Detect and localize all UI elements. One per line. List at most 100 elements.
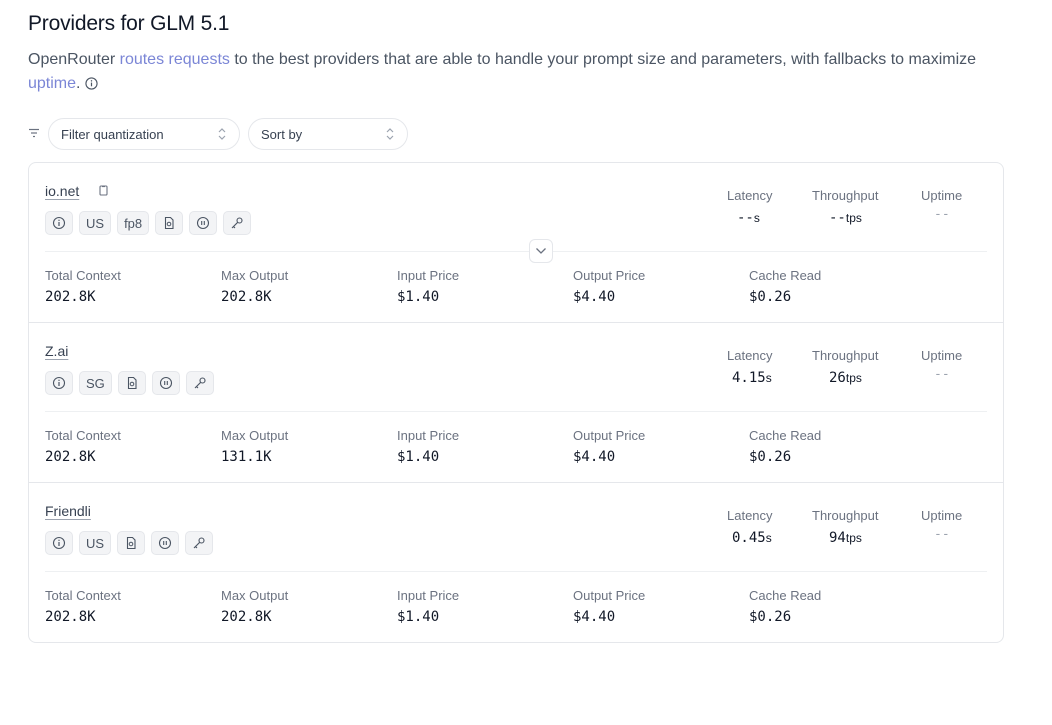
quantization-filter-select[interactable]: Filter quantization — [48, 118, 240, 150]
max-output-value: 131.1K — [221, 449, 272, 465]
output-price-label: Output Price — [573, 268, 646, 283]
info-icon — [52, 536, 66, 550]
chevron-down-icon — [536, 248, 546, 254]
throughput-value: --tps — [829, 210, 862, 226]
info-chip[interactable] — [45, 371, 73, 395]
pause-chip[interactable] — [151, 371, 180, 395]
pause-chip[interactable] — [151, 531, 180, 555]
input-price-value: $1.40 — [397, 449, 440, 465]
cache-read-value: $0.26 — [749, 289, 792, 305]
output-price-label: Output Price — [573, 588, 646, 603]
routes-requests-link[interactable]: routes requests — [120, 51, 230, 68]
document-chip[interactable] — [155, 211, 184, 235]
card-divider — [45, 571, 987, 572]
sort-by-select[interactable]: Sort by — [248, 118, 408, 150]
total-context-value: 202.8K — [45, 449, 96, 465]
info-icon — [52, 216, 66, 230]
latency-label: Latency — [727, 348, 773, 363]
max-output-label: Max Output — [221, 588, 289, 603]
key-chip[interactable] — [185, 371, 214, 395]
provider-name-link[interactable]: Friendli — [45, 503, 91, 519]
pause-icon — [159, 536, 172, 550]
total-context-label: Total Context — [45, 428, 121, 443]
region-chip: SG — [79, 371, 112, 395]
output-price-value: $4.40 — [573, 449, 616, 465]
quantization-chip: fp8 — [117, 211, 150, 235]
page-title: Providers for GLM 5.1 — [28, 12, 230, 35]
uptime-label: Uptime — [921, 508, 963, 523]
info-icon — [52, 376, 66, 390]
copy-icon[interactable] — [98, 185, 109, 197]
key-chip[interactable] — [185, 531, 214, 555]
provider-card-io-net: io.net US fp8 Latency --s Throughput --t… — [29, 163, 1003, 323]
latency-value: --s — [737, 210, 760, 226]
latency-label: Latency — [727, 188, 773, 203]
provider-name-link[interactable]: Z.ai — [45, 343, 68, 359]
throughput-label: Throughput — [812, 188, 879, 203]
info-chip[interactable] — [45, 531, 73, 555]
intro-text: OpenRouter routes requests to the best p… — [28, 51, 977, 92]
provider-tags: US — [45, 531, 214, 555]
pause-icon — [159, 376, 172, 390]
input-price-label: Input Price — [397, 268, 460, 283]
uptime-value: -- — [934, 207, 950, 222]
input-price-label: Input Price — [397, 588, 460, 603]
max-output-label: Max Output — [221, 428, 289, 443]
pause-icon — [197, 216, 210, 230]
provider-tags: US fp8 — [45, 211, 252, 235]
max-output-label: Max Output — [221, 268, 289, 283]
max-output-value: 202.8K — [221, 609, 272, 625]
document-chip[interactable] — [117, 531, 146, 555]
provider-name-link[interactable]: io.net — [45, 183, 79, 199]
provider-list: io.net US fp8 Latency --s Throughput --t… — [28, 162, 1004, 643]
uptime-link[interactable]: uptime — [28, 75, 76, 92]
card-divider — [45, 411, 987, 412]
cache-read-value: $0.26 — [749, 609, 792, 625]
provider-tags: SG — [45, 371, 214, 395]
provider-card-z-ai: Z.ai SG Latency 4.15s Throughput 26tps U… — [29, 323, 1003, 483]
throughput-label: Throughput — [812, 508, 879, 523]
total-context-value: 202.8K — [45, 609, 96, 625]
document-icon — [127, 536, 136, 550]
cache-read-label: Cache Read — [749, 268, 822, 283]
uptime-label: Uptime — [921, 188, 963, 203]
region-chip: US — [79, 211, 112, 235]
info-chip[interactable] — [45, 211, 73, 235]
output-price-value: $4.40 — [573, 609, 616, 625]
output-price-value: $4.40 — [573, 289, 616, 305]
document-chip[interactable] — [117, 371, 146, 395]
filter-icon — [29, 128, 39, 138]
throughput-value: 26tps — [829, 370, 862, 386]
input-price-value: $1.40 — [397, 289, 440, 305]
info-icon[interactable] — [85, 77, 99, 90]
throughput-value: 94tps — [829, 530, 862, 546]
quantization-filter-placeholder: Filter quantization — [61, 126, 164, 142]
expand-button[interactable] — [529, 239, 553, 263]
document-icon — [127, 376, 137, 390]
cache-read-label: Cache Read — [749, 428, 822, 443]
latency-value: 0.45s — [732, 530, 772, 546]
region-chip: US — [79, 531, 112, 555]
total-context-label: Total Context — [45, 268, 121, 283]
chevron-updown-icon — [218, 128, 226, 140]
card-divider — [45, 251, 987, 252]
latency-label: Latency — [727, 508, 773, 523]
output-price-label: Output Price — [573, 428, 646, 443]
total-context-value: 202.8K — [45, 289, 96, 305]
total-context-label: Total Context — [45, 588, 121, 603]
throughput-label: Throughput — [812, 348, 879, 363]
chevron-updown-icon — [386, 128, 394, 140]
input-price-value: $1.40 — [397, 609, 440, 625]
uptime-label: Uptime — [921, 348, 963, 363]
provider-card-friendli: Friendli US Latency 0.45s Throughput 94t… — [29, 483, 1003, 642]
key-chip[interactable] — [223, 211, 252, 235]
latency-value: 4.15s — [732, 370, 772, 386]
pause-chip[interactable] — [189, 211, 218, 235]
cache-read-label: Cache Read — [749, 588, 822, 603]
cache-read-value: $0.26 — [749, 449, 792, 465]
uptime-value: -- — [934, 527, 950, 542]
sort-by-placeholder: Sort by — [261, 126, 303, 142]
key-icon — [194, 377, 206, 389]
document-icon — [165, 216, 174, 230]
key-icon — [231, 217, 243, 229]
